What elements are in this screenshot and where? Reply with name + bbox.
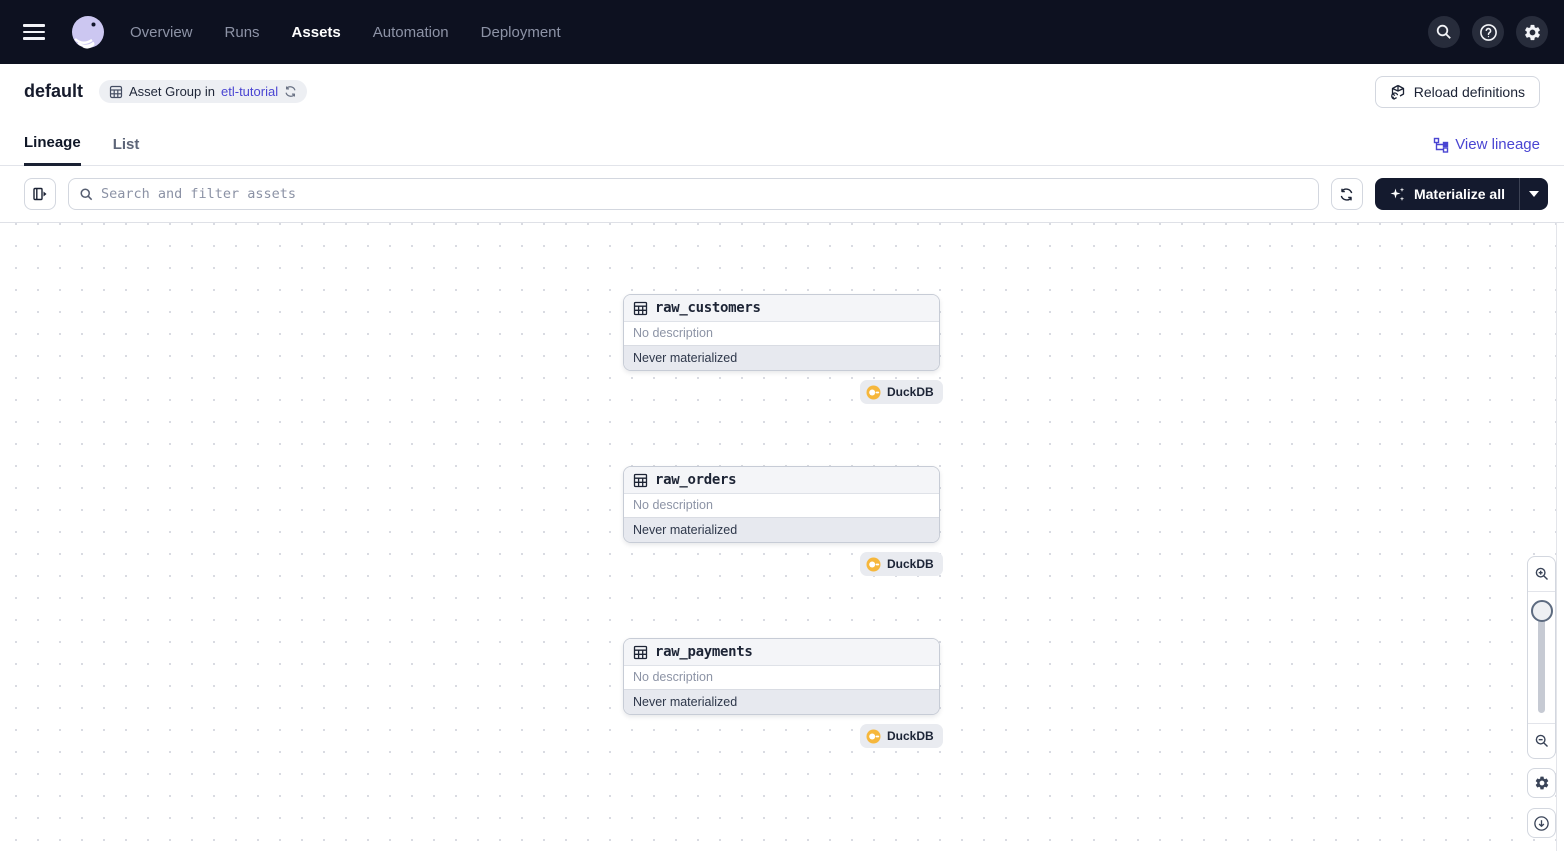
canvas-right-edge (1556, 223, 1557, 851)
tab-lineage[interactable]: Lineage (24, 134, 81, 166)
zoom-in-button[interactable] (1528, 557, 1555, 591)
table-icon (633, 473, 648, 488)
chevron-down-icon (1529, 191, 1539, 197)
lineage-toolbar: Materialize all (0, 166, 1564, 223)
asset-node-raw-orders[interactable]: raw_orders No description Never material… (623, 466, 940, 543)
help-button[interactable] (1472, 16, 1504, 48)
hamburger-menu-icon[interactable] (20, 14, 56, 50)
asset-node-raw-payments[interactable]: raw_payments No description Never materi… (623, 638, 940, 715)
nav-item-overview[interactable]: Overview (130, 24, 193, 41)
refresh-icon (1339, 187, 1354, 202)
nav-item-assets[interactable]: Assets (292, 24, 341, 41)
kind-badge-label: DuckDB (887, 557, 934, 571)
asset-name: raw_customers (655, 300, 761, 316)
main-nav: Overview Runs Assets Automation Deployme… (130, 24, 561, 41)
asset-node-raw-customers[interactable]: raw_customers No description Never mater… (623, 294, 940, 371)
asset-name: raw_orders (655, 472, 736, 488)
duckdb-icon (866, 557, 881, 572)
view-lineage-link[interactable]: View lineage (1433, 136, 1540, 165)
lineage-icon (1433, 137, 1449, 153)
help-icon (1479, 23, 1498, 42)
toggle-sidebar-button[interactable] (24, 178, 56, 210)
zoom-slider[interactable] (1528, 591, 1555, 724)
materialize-options-button[interactable] (1519, 178, 1548, 210)
dagster-logo-icon[interactable] (68, 12, 108, 52)
reload-definitions-icon (1390, 84, 1406, 100)
zoom-out-icon (1534, 733, 1550, 749)
table-icon (633, 301, 648, 316)
settings-button[interactable] (1516, 16, 1548, 48)
asset-status: Never materialized (624, 689, 939, 714)
refresh-button[interactable] (1331, 178, 1363, 210)
search-icon (1435, 23, 1453, 41)
zoom-slider-handle[interactable] (1531, 600, 1553, 622)
duckdb-icon (866, 385, 881, 400)
table-icon (633, 645, 648, 660)
asset-status: Never materialized (624, 345, 939, 370)
asset-group-label: Asset Group in (129, 84, 215, 99)
center-view-icon (1533, 815, 1550, 832)
center-view-button[interactable] (1527, 808, 1556, 838)
nav-item-runs[interactable]: Runs (225, 24, 260, 41)
zoom-controls (1527, 556, 1556, 759)
lineage-canvas[interactable]: raw_customers No description Never mater… (0, 223, 1564, 851)
materialize-all-label: Materialize all (1414, 186, 1505, 202)
graph-settings-button[interactable] (1527, 768, 1556, 798)
gear-icon (1523, 23, 1542, 42)
reload-definitions-label: Reload definitions (1414, 84, 1525, 100)
tab-list[interactable]: List (113, 136, 140, 165)
gear-icon (1534, 775, 1550, 791)
asset-group-icon (109, 85, 123, 99)
view-lineage-label: View lineage (1455, 136, 1540, 153)
asset-search-box (68, 178, 1319, 210)
tabs-row: Lineage List View lineage (0, 119, 1564, 166)
nav-item-deployment[interactable]: Deployment (481, 24, 561, 41)
page-title: default (24, 81, 83, 102)
asset-description: No description (624, 666, 939, 689)
asset-description: No description (624, 322, 939, 345)
asset-search-input[interactable] (101, 186, 1308, 202)
nav-item-automation[interactable]: Automation (373, 24, 449, 41)
asset-name: raw_payments (655, 644, 753, 660)
reload-definitions-button[interactable]: Reload definitions (1375, 76, 1540, 108)
materialize-sparkle-icon (1389, 186, 1406, 203)
open-panel-icon (32, 186, 48, 202)
zoom-in-icon (1534, 566, 1550, 582)
duckdb-icon (866, 729, 881, 744)
kind-badge-duckdb[interactable]: DuckDB (860, 380, 943, 404)
search-icon (79, 187, 94, 202)
search-button[interactable] (1428, 16, 1460, 48)
materialize-all-split-button: Materialize all (1375, 178, 1548, 210)
asset-description: No description (624, 494, 939, 517)
sync-icon[interactable] (284, 85, 297, 98)
kind-badge-duckdb[interactable]: DuckDB (860, 724, 943, 748)
asset-group-badge: Asset Group in etl-tutorial (99, 80, 307, 103)
zoom-out-button[interactable] (1528, 724, 1555, 758)
asset-status: Never materialized (624, 517, 939, 542)
top-nav: Overview Runs Assets Automation Deployme… (0, 0, 1564, 64)
kind-badge-label: DuckDB (887, 729, 934, 743)
code-location-link[interactable]: etl-tutorial (221, 84, 278, 99)
page-header: default Asset Group in etl-tutorial Relo… (0, 64, 1564, 119)
kind-badge-label: DuckDB (887, 385, 934, 399)
kind-badge-duckdb[interactable]: DuckDB (860, 552, 943, 576)
materialize-all-button[interactable]: Materialize all (1375, 178, 1519, 210)
